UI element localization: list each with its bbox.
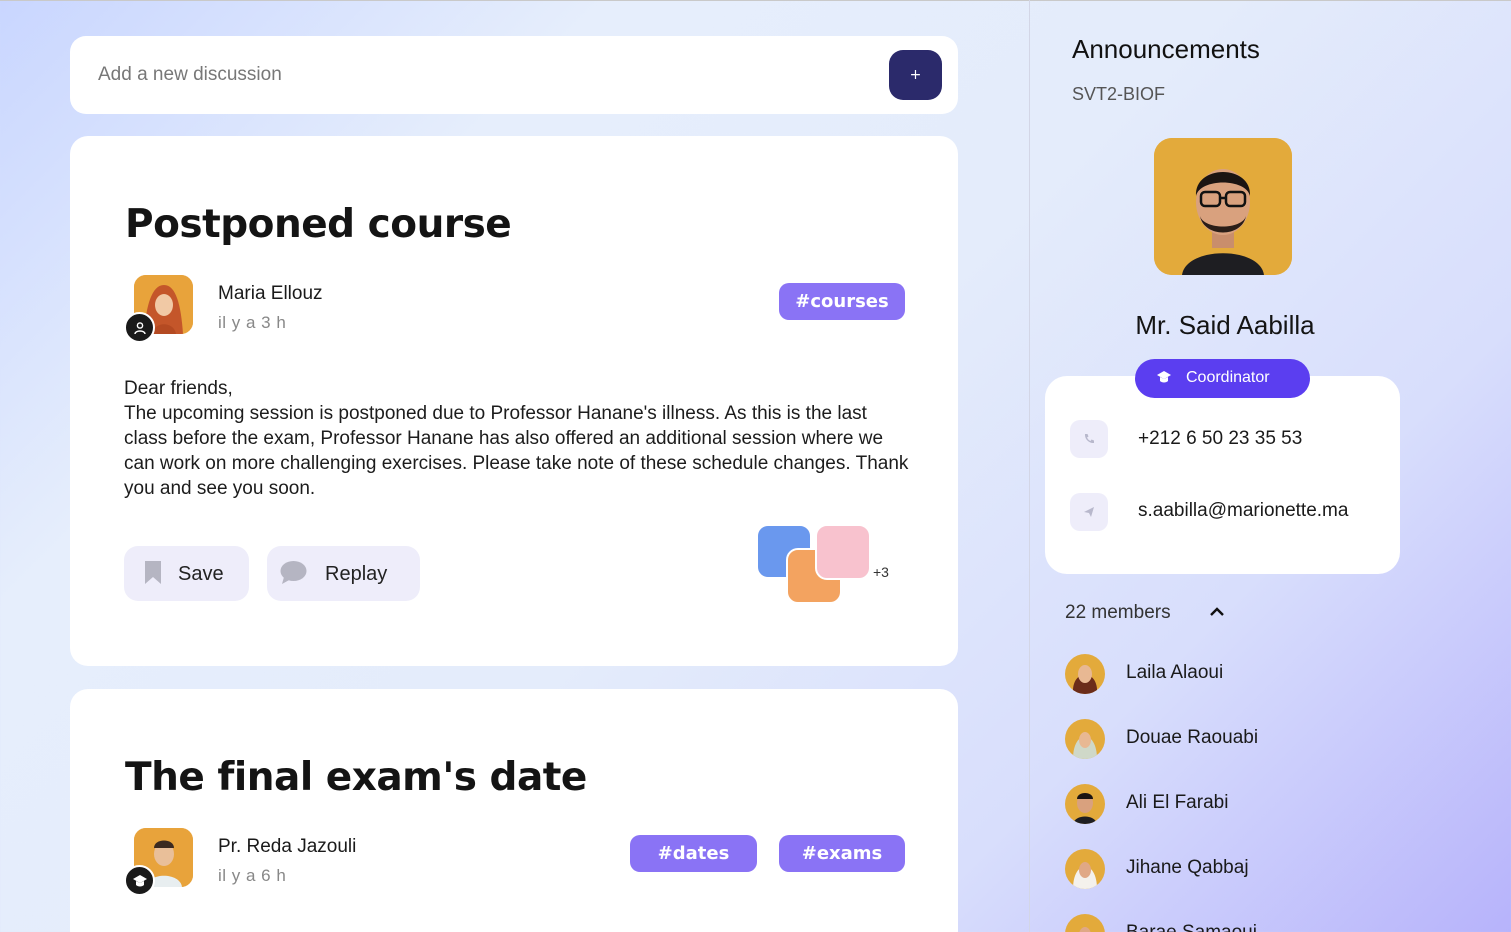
post-time: il y a 3 h bbox=[218, 313, 287, 332]
member-item[interactable]: Ali El Farabi bbox=[1065, 784, 1395, 824]
participant-avatar bbox=[815, 524, 871, 580]
coordinator-phone[interactable]: +212 6 50 23 35 53 bbox=[1138, 428, 1302, 450]
reply-label: Replay bbox=[325, 563, 388, 585]
bookmark-icon bbox=[144, 560, 162, 591]
sidebar-title: Announcements bbox=[1072, 34, 1260, 64]
new-discussion-bar: + bbox=[70, 36, 958, 114]
member-name: Ali El Farabi bbox=[1126, 792, 1229, 813]
post-body: Dear friends, The upcoming session is po… bbox=[124, 378, 909, 499]
member-avatar bbox=[1065, 849, 1105, 889]
member-name: Laila Alaoui bbox=[1126, 662, 1224, 683]
graduation-cap-icon bbox=[1156, 370, 1172, 389]
member-avatar bbox=[1065, 914, 1105, 932]
post-card: The final exam's date Pr. Reda Jazouli i… bbox=[70, 689, 958, 932]
extra-participants-count: +3 bbox=[873, 564, 889, 580]
save-label: Save bbox=[178, 563, 224, 585]
new-discussion-input[interactable] bbox=[98, 58, 858, 92]
group-name: SVT2-BIOF bbox=[1072, 84, 1166, 104]
role-label: Coordinator bbox=[1186, 369, 1270, 386]
member-item[interactable]: Barae Samaoui bbox=[1065, 914, 1395, 932]
tag-courses[interactable]: #courses bbox=[779, 283, 905, 320]
member-item[interactable]: Jihane Qabbaj bbox=[1065, 849, 1395, 889]
member-item[interactable]: Douae Raouabi bbox=[1065, 719, 1395, 759]
post-author: Pr. Reda Jazouli il y a 6 h bbox=[124, 828, 424, 898]
top-border bbox=[0, 0, 1511, 1]
author-name: Maria Ellouz bbox=[218, 283, 323, 304]
save-button[interactable]: Save bbox=[124, 546, 249, 601]
member-avatar bbox=[1065, 654, 1105, 694]
graduation-cap-icon bbox=[124, 865, 155, 896]
send-icon bbox=[1070, 493, 1108, 531]
members-count-toggle[interactable]: 22 members bbox=[1065, 602, 1171, 624]
coordinator-email[interactable]: s.aabilla@marionette.ma bbox=[1138, 500, 1348, 522]
tag-exams[interactable]: #exams bbox=[779, 835, 905, 872]
coordinator-photo bbox=[1154, 138, 1292, 275]
chevron-up-icon[interactable] bbox=[1209, 605, 1225, 623]
post-author: Maria Ellouz il y a 3 h bbox=[124, 275, 424, 345]
add-discussion-button[interactable]: + bbox=[889, 50, 942, 100]
member-name: Barae Samaoui bbox=[1126, 922, 1257, 932]
phone-icon bbox=[1070, 420, 1108, 458]
post-card: Postponed course Maria Ellouz il y a 3 h… bbox=[70, 136, 958, 666]
user-icon bbox=[124, 312, 155, 343]
coordinator-role-badge: Coordinator bbox=[1135, 359, 1310, 398]
post-title: The final exam's date bbox=[125, 755, 587, 800]
reply-button[interactable]: Replay bbox=[267, 546, 420, 601]
post-time: il y a 6 h bbox=[218, 866, 287, 885]
sidebar-divider bbox=[1029, 0, 1030, 932]
comment-icon bbox=[280, 560, 307, 591]
tag-dates[interactable]: #dates bbox=[630, 835, 757, 872]
coordinator-name: Mr. Said Aabilla bbox=[1135, 310, 1315, 340]
member-name: Jihane Qabbaj bbox=[1126, 857, 1249, 878]
author-name: Pr. Reda Jazouli bbox=[218, 836, 357, 857]
member-name: Douae Raouabi bbox=[1126, 727, 1259, 748]
member-item[interactable]: Laila Alaoui bbox=[1065, 654, 1395, 694]
member-avatar bbox=[1065, 784, 1105, 824]
post-title: Postponed course bbox=[125, 202, 512, 247]
contact-card: +212 6 50 23 35 53 s.aabilla@marionette.… bbox=[1045, 376, 1400, 574]
member-avatar bbox=[1065, 719, 1105, 759]
